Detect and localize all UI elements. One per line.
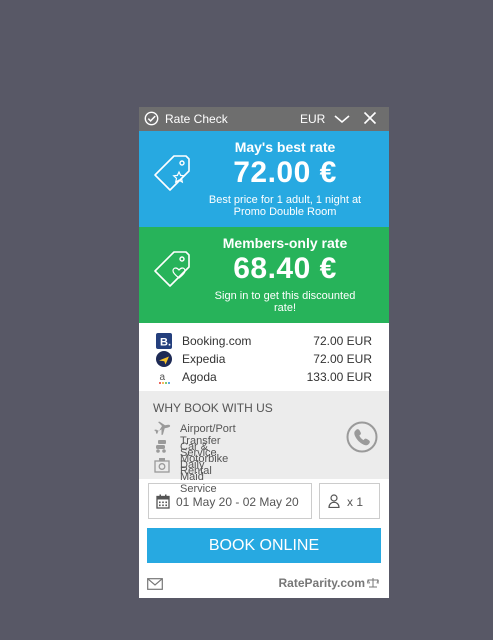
rateparity-brand[interactable]: RateParity.com <box>279 576 381 591</box>
phone-icon[interactable] <box>345 420 379 459</box>
close-icon[interactable] <box>363 111 377 128</box>
agoda-logo-icon: a <box>156 369 172 385</box>
tag-star-icon <box>151 153 193 202</box>
best-rate-label: May's best rate <box>234 139 336 155</box>
members-rate-subtitle[interactable]: Sign in to get this discounted rate! <box>195 290 375 314</box>
members-rate-subtitle-line2[interactable]: rate! <box>195 302 375 314</box>
provider-name: Expedia <box>182 352 226 366</box>
provider-price: 72.00 EUR <box>313 352 372 366</box>
members-rate-panel[interactable]: Members-only rate 68.40 € Sign in to get… <box>139 227 389 323</box>
members-rate-price: 68.40 € <box>233 252 337 285</box>
best-rate-subtitle: Best price for 1 adult, 1 night at Promo… <box>195 194 375 218</box>
provider-row-booking: B. Booking.com 72.00 EUR <box>156 332 372 350</box>
provider-price-list: B. Booking.com 72.00 EUR Expedia 72.00 E… <box>139 323 389 391</box>
brand-name[interactable]: RateParity.com <box>279 576 365 590</box>
person-icon <box>328 494 340 511</box>
calendar-icon <box>156 494 170 512</box>
svg-text:a: a <box>160 372 166 383</box>
why-book-heading: WHY BOOK WITH US <box>153 401 273 415</box>
widget-header: Rate Check EUR <box>139 107 389 131</box>
members-rate-subtitle-line1[interactable]: Sign in to get this discounted <box>195 290 375 302</box>
date-range-value[interactable]: 01 May 20 - 02 May 20 <box>176 495 299 509</box>
currency-selector[interactable]: EUR <box>300 112 325 126</box>
guest-count-value[interactable]: x 1 <box>347 495 363 509</box>
maid-icon <box>153 457 171 476</box>
scale-icon <box>366 577 381 591</box>
provider-name: Agoda <box>182 370 217 384</box>
expedia-logo-icon <box>156 351 172 367</box>
members-rate-label: Members-only rate <box>222 235 348 251</box>
provider-row-expedia: Expedia 72.00 EUR <box>156 350 372 368</box>
date-range-picker[interactable]: 01 May 20 - 02 May 20 <box>148 483 312 519</box>
provider-name: Booking.com <box>182 334 252 348</box>
rate-check-widget: Rate Check EUR May's best rate 72.00 € B… <box>139 107 389 598</box>
widget-title: Rate Check <box>165 112 228 126</box>
best-rate-subtitle-line1: Best price for 1 adult, 1 night at <box>208 194 362 206</box>
check-circle-icon <box>144 111 159 129</box>
provider-price: 133.00 EUR <box>306 370 372 384</box>
why-book-section: WHY BOOK WITH US Airport/Port Transfer S… <box>139 391 389 495</box>
booking-logo-icon: B. <box>156 333 172 349</box>
chevron-down-icon[interactable] <box>333 113 351 128</box>
provider-row-agoda: a Agoda 133.00 EUR <box>156 368 372 386</box>
best-rate-subtitle-line2: Promo Double Room <box>233 206 337 218</box>
book-online-button[interactable]: BOOK ONLINE <box>147 528 381 563</box>
provider-price: 72.00 EUR <box>313 334 372 348</box>
car-icon <box>153 439 171 458</box>
tag-heart-icon <box>151 249 193 298</box>
svg-text:B.: B. <box>160 337 171 349</box>
best-rate-price: 72.00 € <box>233 156 337 189</box>
plane-icon <box>153 421 171 440</box>
mail-icon[interactable] <box>147 577 163 595</box>
guest-count-selector[interactable]: x 1 <box>319 483 380 519</box>
best-rate-panel: May's best rate 72.00 € Best price for 1… <box>139 131 389 227</box>
